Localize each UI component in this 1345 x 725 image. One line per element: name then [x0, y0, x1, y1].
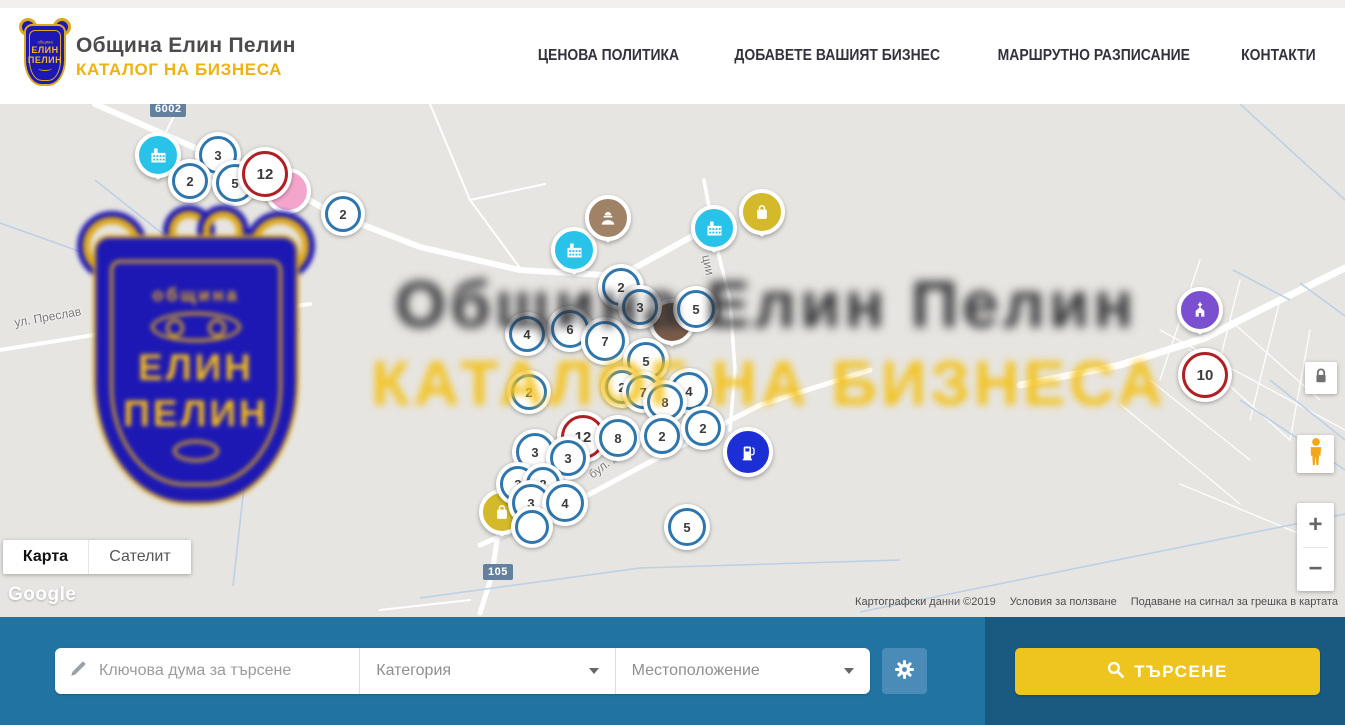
map-cluster-marker[interactable]: 2	[681, 406, 725, 450]
map-type-satellite-button[interactable]: Сателит	[89, 540, 191, 574]
map-cluster-marker[interactable]: 2	[507, 370, 551, 414]
road-shield-label: 6002	[150, 104, 186, 117]
page-top-strip	[0, 0, 1345, 8]
factory-icon	[704, 218, 725, 239]
zoom-out-button[interactable]: −	[1297, 548, 1334, 592]
map-attribution: Картографски данни ©2019 Условия за полз…	[855, 596, 1338, 608]
map-cluster-marker[interactable]: 2	[640, 414, 684, 458]
site-subtitle: КАТАЛОГ НА БИЗНЕСА	[76, 60, 296, 80]
search-bar: Категория Местоположение ТЪРСЕНЕ	[0, 617, 1345, 725]
map-cluster-marker[interactable]: 7	[581, 317, 629, 365]
search-input-group: Категория Местоположение	[55, 648, 870, 694]
map-cluster-marker[interactable]: 2	[321, 192, 365, 236]
location-select[interactable]: Местоположение	[616, 648, 870, 694]
church-icon	[1190, 300, 1210, 320]
chevron-down-icon	[589, 668, 599, 674]
map-cluster-marker[interactable]: 12	[238, 147, 292, 201]
crest-shield: община ЕЛИН ПЕЛИН	[24, 24, 66, 86]
map-pin-church[interactable]	[1177, 287, 1223, 333]
fuel-icon	[738, 442, 759, 463]
category-select[interactable]: Категория	[360, 648, 615, 694]
advanced-settings-button[interactable]	[882, 648, 927, 694]
nav-add-your-business[interactable]: ДОБАВЕТЕ ВАШИЯТ БИЗНЕС	[734, 47, 940, 65]
map-cluster-marker[interactable]: 10	[1178, 348, 1232, 402]
search-icon	[1107, 661, 1124, 683]
site-header: община ЕЛИН ПЕЛИН Община Елин Пелин КАТА…	[0, 8, 1345, 105]
lock-icon	[1314, 368, 1328, 389]
main-nav: ЦЕНОВА ПОЛИТИКА ДОБАВЕТЕ ВАШИЯТ БИЗНЕС М…	[530, 8, 1320, 104]
pegman-icon	[1306, 437, 1326, 472]
shopping-bag-icon	[752, 202, 772, 222]
location-select-label: Местоположение	[632, 662, 844, 680]
site-title: Община Елин Пелин	[76, 34, 296, 58]
road-shield-label: 105	[483, 564, 513, 580]
attribution-report-link[interactable]: Подаване на сигнал за грешка в картата	[1131, 596, 1338, 608]
map-cluster-marker[interactable]: 5	[673, 286, 719, 332]
map-cluster-marker[interactable]: 5	[664, 504, 710, 550]
map-type-control: Карта Сателит	[3, 540, 191, 574]
map-pin-fuel[interactable]	[723, 427, 773, 477]
nav-route-schedule[interactable]: МАРШРУТНО РАЗПИСАНИЕ	[998, 47, 1190, 65]
map-pin-factory[interactable]	[691, 205, 737, 251]
crest-name-line1: ЕЛИН	[31, 46, 58, 55]
search-button[interactable]: ТЪРСЕНЕ	[1015, 648, 1320, 695]
attribution-terms-link[interactable]: Условия за ползване	[1010, 596, 1117, 608]
map-cluster-marker[interactable]: 4	[505, 312, 549, 356]
municipality-crest-logo[interactable]: община ЕЛИН ПЕЛИН	[22, 20, 68, 86]
google-logo[interactable]: Google	[8, 584, 76, 606]
factory-icon	[148, 145, 169, 166]
zoom-in-button[interactable]: +	[1297, 503, 1334, 547]
pencil-icon	[69, 660, 87, 683]
nav-pricing-policy[interactable]: ЦЕНОВА ПОЛИТИКА	[538, 47, 679, 65]
map-cluster-marker[interactable]: 3	[618, 285, 662, 329]
crest-top-text: община	[37, 41, 52, 43]
map-type-map-button[interactable]: Карта	[3, 540, 89, 574]
factory-icon	[564, 240, 585, 261]
map-lock-button[interactable]	[1305, 362, 1337, 394]
street-view-pegman-button[interactable]	[1297, 435, 1334, 473]
map-cluster-marker[interactable]	[511, 506, 553, 548]
map-pin-shopping-bag[interactable]	[739, 189, 785, 235]
map-pin-worker[interactable]	[585, 195, 631, 241]
map-canvas[interactable]: 6002105ул. Преславбул. „Новоселции 32512…	[0, 104, 1345, 617]
crest-name-line2: ПЕЛИН	[28, 56, 62, 65]
attribution-copyright: Картографски данни ©2019	[855, 596, 996, 608]
map-zoom-control: + −	[1297, 503, 1334, 591]
site-brand: Община Елин Пелин КАТАЛОГ НА БИЗНЕСА	[76, 34, 296, 80]
category-select-label: Категория	[376, 662, 588, 680]
nav-contacts[interactable]: КОНТАКТИ	[1241, 47, 1316, 65]
keyword-field-wrap	[55, 648, 360, 694]
keyword-search-input[interactable]	[97, 661, 359, 681]
map-cluster-marker[interactable]: 2	[168, 159, 212, 203]
map-cluster-marker[interactable]: 8	[595, 415, 641, 461]
crest-ornament	[38, 66, 52, 71]
chevron-down-icon	[844, 668, 854, 674]
search-button-label: ТЪРСЕНЕ	[1134, 662, 1228, 682]
gear-icon	[894, 659, 915, 683]
worker-icon	[598, 208, 618, 228]
